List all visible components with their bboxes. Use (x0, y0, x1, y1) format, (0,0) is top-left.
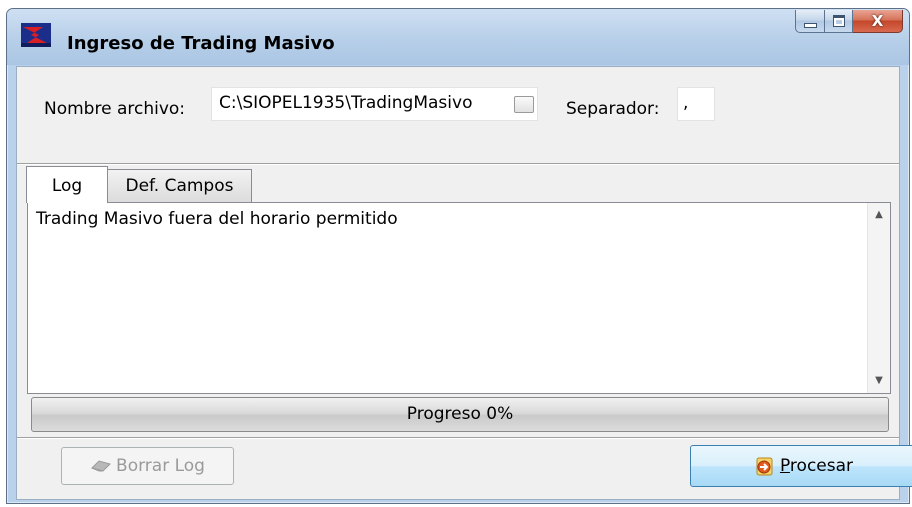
close-button[interactable]: X (853, 10, 903, 33)
process-label-rest: rocesar (789, 456, 854, 476)
client-area: Nombre archivo: C:\SIOPEL1935\TradingMas… (16, 66, 912, 500)
minimize-button[interactable] (795, 10, 825, 33)
eraser-icon (91, 460, 111, 472)
maximize-button[interactable] (825, 10, 853, 33)
file-name-input[interactable]: C:\SIOPEL1935\TradingMasivo (211, 87, 538, 121)
scroll-down-icon[interactable]: ▼ (868, 371, 890, 391)
file-settings: Nombre archivo: C:\SIOPEL1935\TradingMas… (17, 67, 899, 163)
clear-log-label: Borrar Log (116, 456, 205, 476)
log-panel[interactable]: Trading Masivo fuera del horario permiti… (27, 202, 891, 394)
process-label: Procesar (780, 456, 853, 476)
log-scrollbar[interactable]: ▲ ▼ (867, 203, 890, 393)
caption-buttons: X (795, 10, 903, 34)
app-window: Ingreso de Trading Masivo X Nombre archi… (6, 8, 912, 504)
tab-def-campos[interactable]: Def. Campos (107, 169, 252, 202)
divider (17, 163, 899, 165)
clear-log-button[interactable]: Borrar Log (61, 447, 234, 485)
process-mnemonic: P (779, 456, 790, 476)
button-bar-divider (17, 437, 899, 439)
tab-strip: Log Def. Campos (26, 166, 252, 203)
minimize-icon (803, 22, 817, 28)
process-icon (756, 457, 773, 476)
progress-bar: Progreso 0% (31, 397, 889, 432)
log-line: Trading Masivo fuera del horario permiti… (36, 209, 398, 229)
window-title: Ingreso de Trading Masivo (67, 33, 335, 54)
process-button[interactable]: Procesar (690, 445, 912, 487)
siopel-app-icon (21, 23, 51, 47)
browse-icon[interactable] (514, 96, 534, 113)
progress-label: Progreso 0% (406, 404, 514, 424)
separator-label: Separador: (566, 99, 660, 119)
file-name-label: Nombre archivo: (44, 99, 186, 119)
tab-log[interactable]: Log (26, 166, 108, 203)
scroll-up-icon[interactable]: ▲ (868, 205, 890, 225)
maximize-icon (832, 15, 845, 27)
close-icon: X (871, 11, 884, 30)
title-bar[interactable]: Ingreso de Trading Masivo X (7, 9, 909, 65)
separator-input[interactable]: , (677, 87, 715, 121)
